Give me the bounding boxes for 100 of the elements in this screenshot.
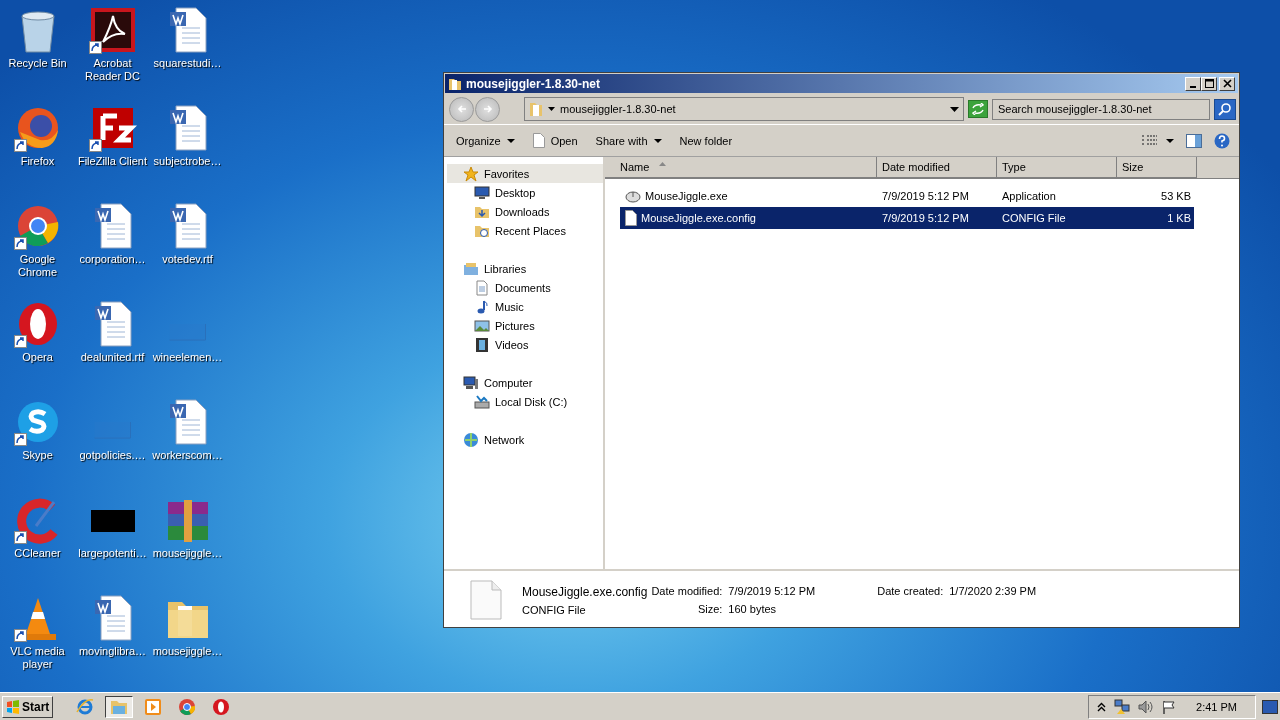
desktop-icon-label[interactable]: Recycle Bin <box>8 57 67 70</box>
toolbar-button[interactable]: Organize <box>450 131 521 150</box>
list-view-icon <box>1142 134 1158 147</box>
table-cell-text: 53 KB <box>1160 190 1192 202</box>
media-player-icon <box>144 697 163 716</box>
close-button[interactable] <box>1219 76 1235 91</box>
picture-icon <box>474 317 490 334</box>
search-field[interactable]: Search mousejiggler-1.8.30-net <box>992 98 1210 120</box>
maximize-icon <box>1203 78 1215 89</box>
toolbar-button[interactable]: New folder <box>673 131 739 150</box>
desktop-icon-label[interactable]: dealunited.rtf <box>80 351 145 364</box>
detail-value: 160 bytes <box>728 603 778 615</box>
windows-logo-icon <box>6 699 20 714</box>
toolbar-button[interactable]: Open <box>526 130 584 151</box>
desktop-icon-label[interactable]: mousejiggle… <box>152 645 223 658</box>
desktop-icon-label[interactable]: corporation… <box>79 253 146 266</box>
file-row[interactable]: MouseJiggle.exe.config 7/9/2019 5:12 PM CONFIG File 1 KB <box>620 207 1194 229</box>
navigation-item[interactable]: Recent Places <box>447 221 603 240</box>
table-cell-text: 7/9/2019 5:12 PM <box>881 190 970 202</box>
desktop-icon-label[interactable]: squarestudi… <box>153 57 222 70</box>
search-button[interactable] <box>1214 98 1236 120</box>
caret-icon <box>548 107 555 111</box>
desktop-icon-label[interactable]: gotpolicies.… <box>79 449 146 462</box>
navigation-item[interactable]: Documents <box>447 278 603 297</box>
column-header[interactable]: Date modified <box>877 157 997 178</box>
desktop-icon-label[interactable]: subjectrobe… <box>153 155 222 168</box>
desktop-icon-label[interactable]: VLC media player <box>0 645 75 671</box>
desktop-icon-label[interactable]: workerscom… <box>152 449 223 462</box>
table-cell-text: CONFIG File <box>1001 212 1067 224</box>
desktop-icon-label[interactable]: CCleaner <box>14 547 61 560</box>
computer-icon <box>463 374 479 391</box>
navigation-item[interactable]: Local Disk (C:) <box>447 392 603 411</box>
desktop-icon-label[interactable]: mousejiggle… <box>152 547 223 560</box>
network-icon <box>1114 698 1131 715</box>
refresh-arrows-icon <box>971 103 985 115</box>
chevron-up-icon <box>1097 701 1107 712</box>
desktop-icon-label[interactable]: Acrobat Reader DC <box>75 57 150 83</box>
help-icon <box>1214 132 1230 149</box>
film-icon <box>474 336 490 353</box>
mouse-icon <box>625 188 641 204</box>
desktop-icon-label[interactable]: Skype <box>22 449 53 462</box>
start-button[interactable]: Start <box>2 695 54 718</box>
file-type: CONFIG File <box>522 603 587 616</box>
navigation-item[interactable]: Videos <box>447 335 603 354</box>
left-arrow-icon <box>456 104 467 114</box>
navigation-item[interactable]: Network <box>447 430 603 449</box>
taskbar-button[interactable] <box>105 695 134 718</box>
desktop-icon-label[interactable]: votedev.rtf <box>162 253 213 266</box>
desktop-icon-label[interactable]: largepotenti… <box>78 547 147 560</box>
detail-label: Date modified: <box>651 585 723 597</box>
table-cell-text: 1 KB <box>1166 212 1192 224</box>
caret-icon <box>1166 138 1174 143</box>
desktop-icon-label[interactable]: wineelemen… <box>152 351 223 364</box>
file-row[interactable]: MouseJiggle.exe 7/9/2019 5:12 PM Application 53 KB <box>620 185 1194 207</box>
address-field[interactable]: mousejiggler-1.8.30-net <box>524 97 964 121</box>
show-desktop-button[interactable] <box>1262 699 1278 714</box>
maximize-button[interactable] <box>1201 76 1217 91</box>
monitor-icon <box>474 184 490 201</box>
refresh-button[interactable] <box>968 100 988 118</box>
file-name: MouseJiggle.exe.config <box>641 212 756 224</box>
column-header[interactable]: Name <box>605 157 877 178</box>
detail-value: 1/7/2020 2:39 PM <box>949 585 1037 597</box>
toolbar-button[interactable]: Share with <box>589 131 668 150</box>
navigation-item[interactable]: Libraries <box>447 259 603 278</box>
column-header[interactable]: Size <box>1117 157 1197 178</box>
navigation-item[interactable]: Pictures <box>447 316 603 335</box>
internet-explorer-icon <box>76 697 95 716</box>
acrobat-icon <box>88 6 137 54</box>
desktop-icon-label[interactable]: Google Chrome <box>0 253 75 279</box>
table-cell-text: 7/9/2019 5:12 PM <box>881 212 970 224</box>
dropdown-caret-icon <box>950 106 959 112</box>
navigation-item[interactable]: Computer <box>447 373 603 392</box>
window-title: mousejiggler-1.8.30-net <box>466 76 602 91</box>
close-icon <box>1221 78 1233 89</box>
desktop-icon-label[interactable]: Firefox <box>20 155 55 168</box>
table-cell-text: Application <box>1001 190 1057 202</box>
desktop-icon-label[interactable]: Opera <box>22 351 53 364</box>
flag-icon <box>1162 699 1177 714</box>
detail-value: 7/9/2019 5:12 PM <box>728 585 816 597</box>
minimize-button[interactable] <box>1185 76 1201 91</box>
document-icon <box>532 133 545 148</box>
detail-label: Date created: <box>877 585 944 597</box>
desktop-icon-label[interactable]: movinglibra… <box>78 645 147 658</box>
detail-label: Size: <box>696 603 723 615</box>
column-header[interactable]: Type <box>997 157 1117 178</box>
folder-icon <box>448 76 462 91</box>
hard-drive-icon <box>474 393 490 410</box>
speaker-icon <box>1138 699 1155 714</box>
preview-pane-icon <box>1186 133 1202 148</box>
address-text: mousejiggler-1.8.30-net <box>560 103 677 115</box>
clock[interactable]: 2:41 PM <box>1196 700 1237 713</box>
document-icon <box>474 279 490 296</box>
file-name: MouseJiggle.exe <box>645 190 728 202</box>
navigation-item[interactable]: Favorites <box>447 164 603 183</box>
star-icon <box>463 165 479 182</box>
network-icon <box>463 431 479 448</box>
navigation-item[interactable]: Desktop <box>447 183 603 202</box>
desktop-icon-label[interactable]: FileZilla Client <box>77 155 148 168</box>
navigation-item[interactable]: Downloads <box>447 202 603 221</box>
navigation-item[interactable]: Music <box>447 297 603 316</box>
